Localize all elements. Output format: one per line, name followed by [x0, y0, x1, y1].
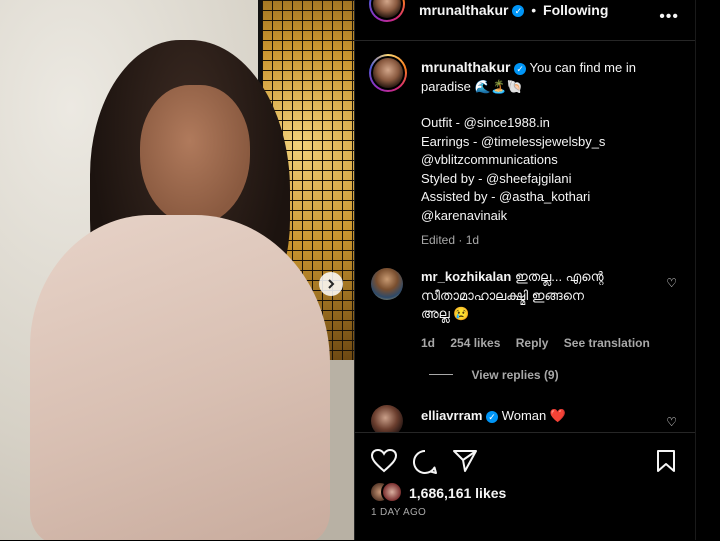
comment-like-heart-icon[interactable]: ♡	[666, 276, 677, 290]
heart-icon[interactable]	[371, 449, 397, 473]
share-icon[interactable]	[452, 449, 478, 473]
bookmark-icon[interactable]	[656, 449, 676, 473]
verified-badge-icon: ✓	[512, 5, 525, 18]
comment-icon[interactable]	[412, 449, 438, 475]
author-avatar[interactable]	[369, 0, 405, 22]
comment-text-3: അല്ല 😢	[421, 306, 470, 321]
likes-count[interactable]: 1,686,161 likes	[409, 485, 506, 501]
caption-text-1: You can find me in	[529, 60, 636, 75]
comment-username[interactable]: elliavrram	[421, 408, 482, 423]
caption-line: Styled by - @sheefajgilani	[421, 170, 572, 186]
photo-subject-body	[30, 215, 330, 540]
follow-separator: •	[531, 2, 537, 18]
caption-username[interactable]: mrunalthakur	[421, 59, 510, 75]
caption-text-2: paradise 🌊🏝️🐚	[421, 78, 524, 94]
replies-line	[429, 374, 453, 376]
comment-text-1: ഇതല്ല... എന്റെ	[514, 269, 604, 284]
comment-item: elliavrram ✓ Woman ❤️ ♡	[371, 405, 691, 432]
author-username[interactable]: mrunalthakur	[419, 2, 508, 18]
comment-username[interactable]: mr_kozhikalan	[421, 269, 511, 284]
post-caption: mrunalthakur ✓ You can find me in paradi…	[421, 58, 691, 250]
comment-reply-button[interactable]: Reply	[516, 336, 549, 350]
caption-line: Assisted by - @astha_kothari	[421, 189, 591, 204]
following-button[interactable]: Following	[543, 2, 608, 18]
caption-edited-time: Edited · 1d	[421, 233, 480, 247]
comment-avatar[interactable]	[371, 268, 403, 300]
caption-line: @vblitzcommunications	[421, 152, 558, 167]
photo-subject-face	[140, 85, 250, 225]
verified-badge-icon: ✓	[514, 62, 527, 75]
caption-line: Outfit - @since1988.in	[421, 115, 550, 130]
comment-likes-count[interactable]: 254 likes	[450, 336, 500, 350]
see-translation-button[interactable]: See translation	[564, 336, 650, 350]
liker-avatar	[381, 481, 403, 503]
caption-line: @karenavinaik	[421, 207, 508, 223]
comment-avatar[interactable]	[371, 405, 403, 432]
more-options-icon[interactable]: •••	[659, 8, 679, 26]
comment-item: mr_kozhikalan ഇതല്ല... എന്റെ സീതാമാഹാലക്…	[371, 268, 691, 418]
chevron-right-icon	[328, 279, 335, 289]
post-time-ago: 1 DAY AGO	[371, 507, 427, 518]
post-side-panel: mrunalthakur ✓ • Following ••• mrunaltha…	[355, 0, 695, 541]
post-photo[interactable]	[0, 0, 354, 540]
comment-time: 1d	[421, 335, 436, 350]
page-scrollbar[interactable]	[695, 0, 720, 540]
post-header: mrunalthakur ✓ • Following •••	[355, 0, 695, 41]
comment-text-2: സീതാമാഹാലക്ഷ്മി ഇങ്ങനെ	[421, 287, 584, 303]
post-actions-bar: 1,686,161 likes 1 DAY AGO	[355, 432, 695, 541]
caption-author-avatar[interactable]	[369, 54, 407, 92]
caption-line: Earrings - @timelessjewelsby_s	[421, 133, 606, 149]
comment-text: Woman ❤️	[501, 408, 567, 423]
next-photo-button[interactable]	[319, 272, 343, 296]
verified-badge-icon: ✓	[486, 410, 499, 423]
comment-like-heart-icon[interactable]: ♡	[666, 415, 677, 429]
view-replies-button[interactable]: View replies (9)	[471, 368, 558, 382]
